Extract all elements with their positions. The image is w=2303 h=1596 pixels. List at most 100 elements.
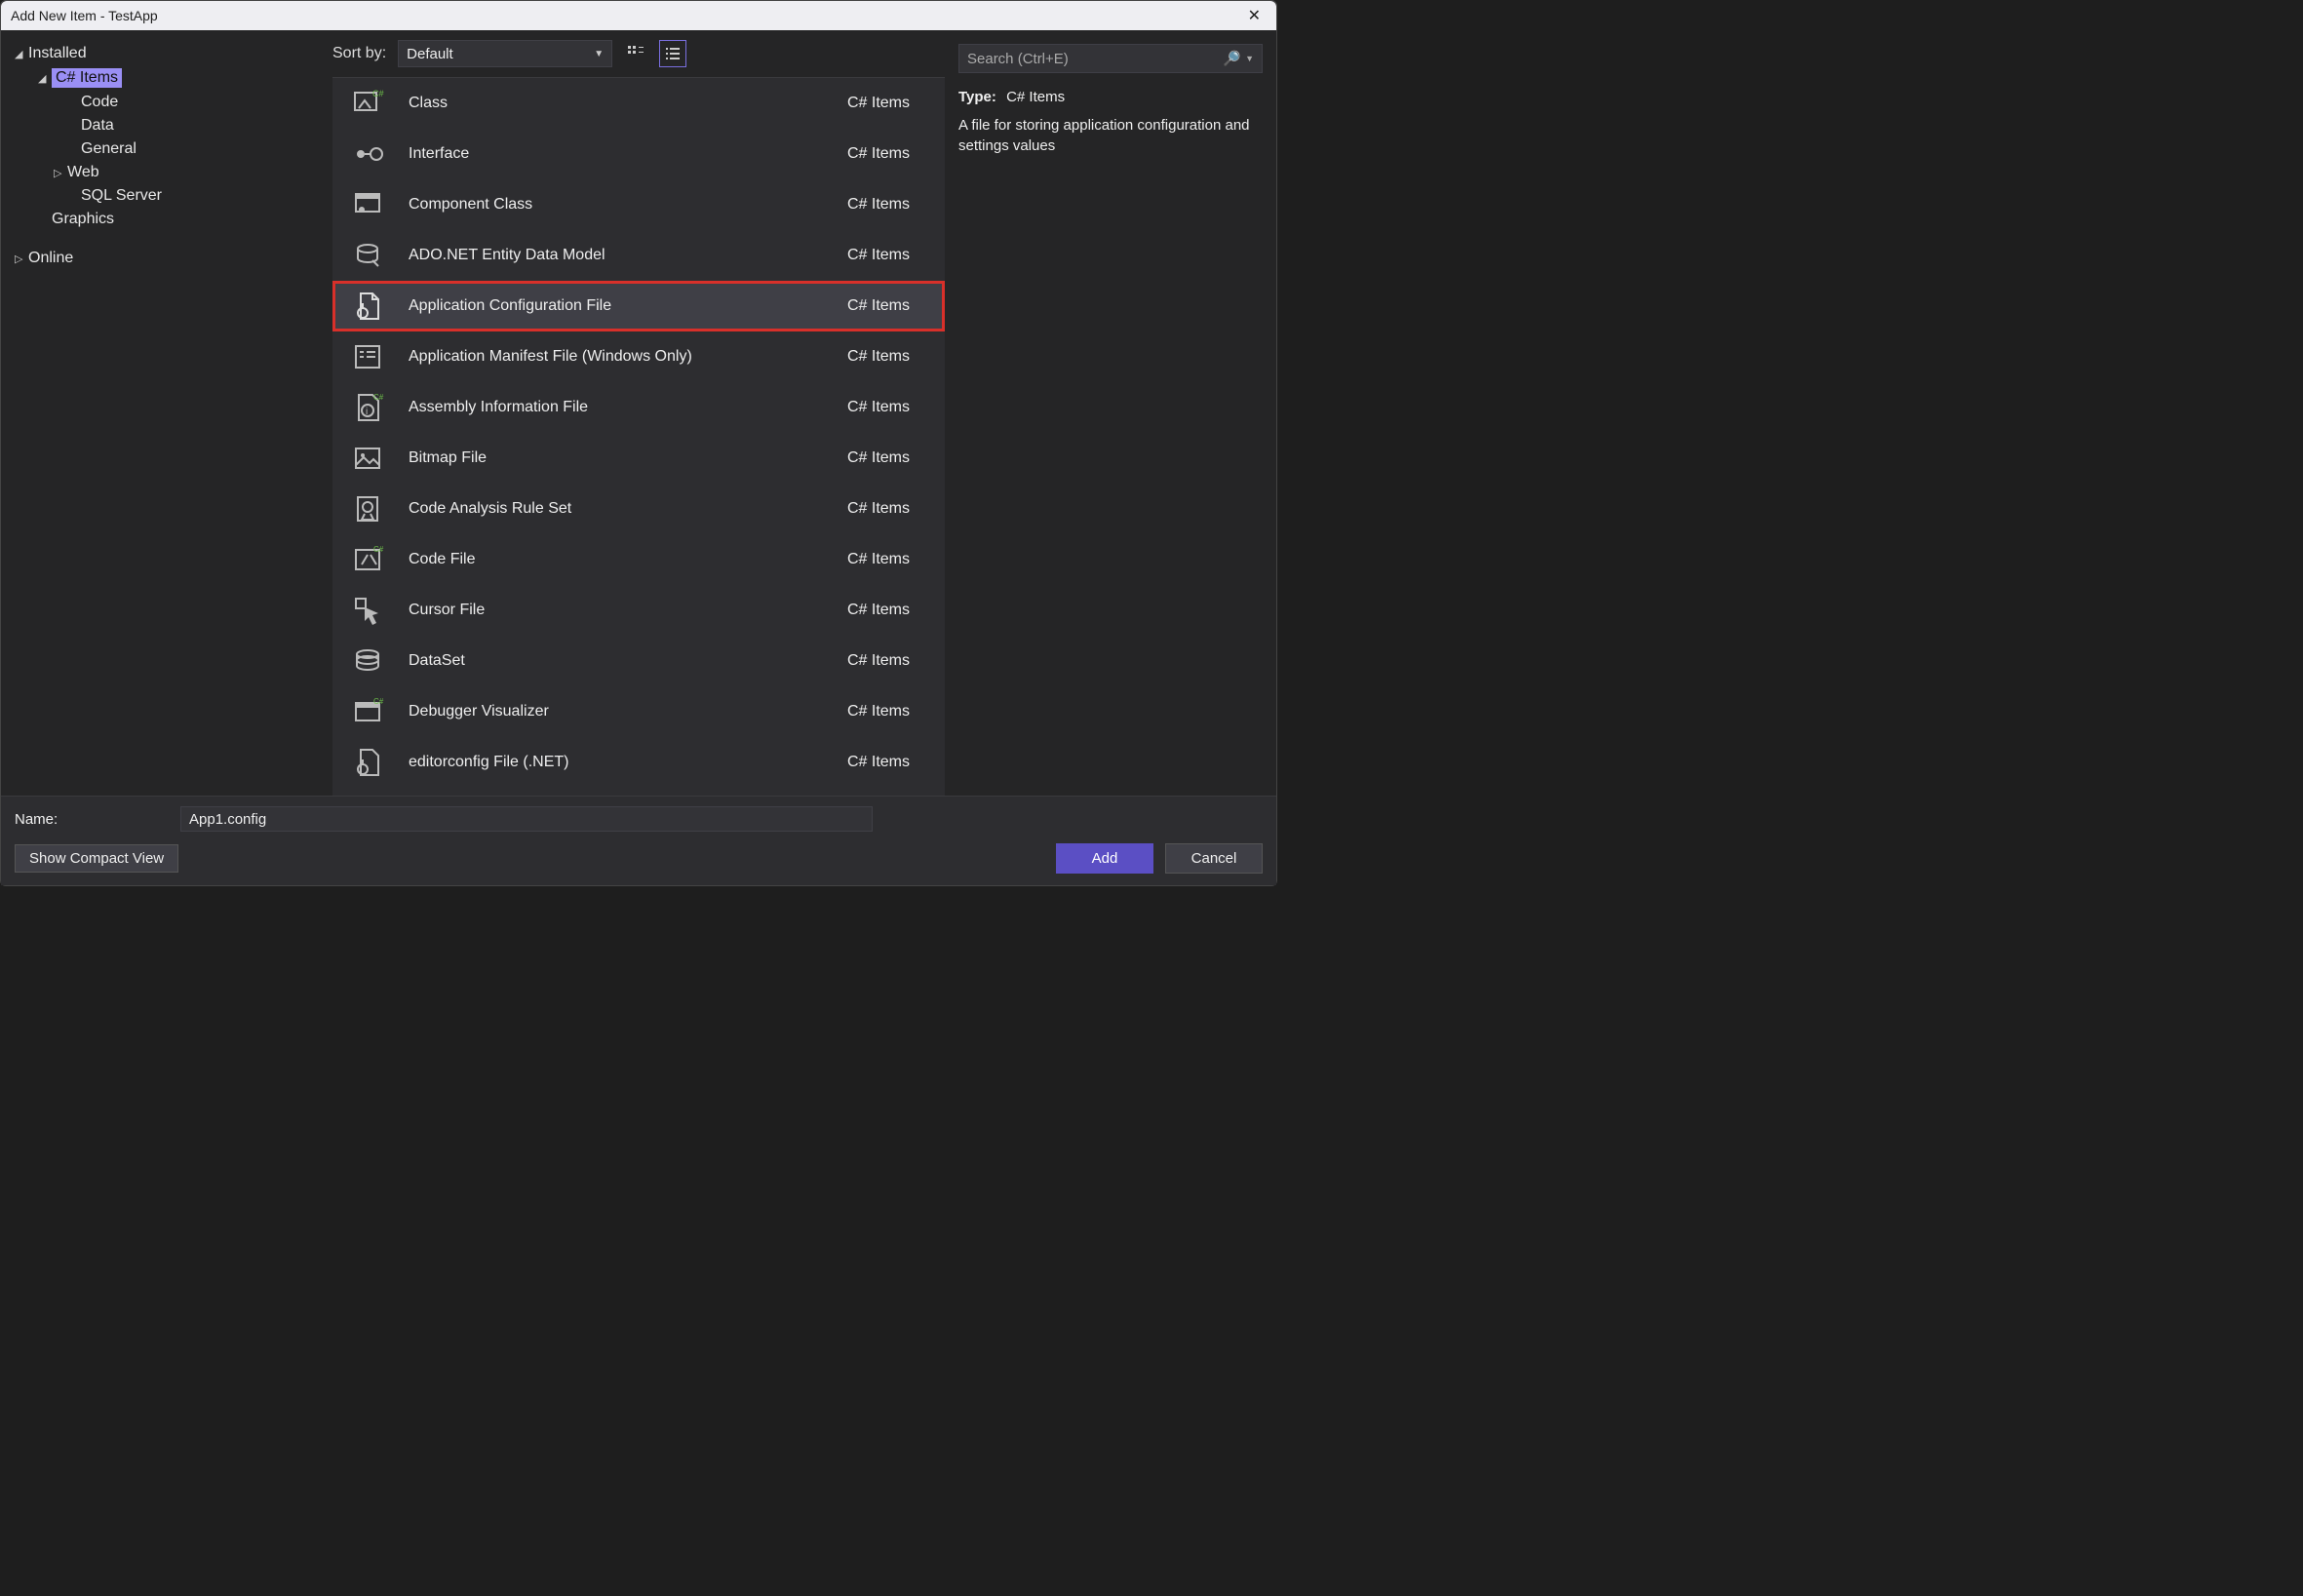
sort-by-label: Sort by:: [332, 45, 386, 62]
chevron-down-icon: ▼: [594, 49, 604, 59]
item-category: C# Items: [847, 297, 910, 315]
svg-text:C#: C#: [373, 393, 384, 402]
search-placeholder: Search (Ctrl+E): [967, 51, 1223, 67]
tree-general[interactable]: General: [11, 137, 323, 161]
search-icon: 🔍: [1223, 50, 1241, 67]
dialog-body: ◢ Installed ◢ C# Items Code Data Ge: [1, 30, 1276, 885]
sort-by-value: Default: [407, 46, 453, 62]
item-ado-entity[interactable]: ADO.NET Entity Data Model C# Items: [332, 230, 945, 281]
tree-sqlserver[interactable]: SQL Server: [11, 184, 323, 208]
tree-data[interactable]: Data: [11, 114, 323, 137]
dataset-icon: [350, 643, 385, 679]
item-category: C# Items: [847, 196, 910, 214]
item-name: Component Class: [409, 196, 847, 214]
svg-text:C#: C#: [373, 545, 384, 554]
item-bitmap[interactable]: Bitmap File C# Items: [332, 433, 945, 484]
add-button[interactable]: Add: [1056, 843, 1153, 874]
compact-view-button[interactable]: Show Compact View: [15, 844, 178, 873]
tree-label: Installed: [28, 45, 87, 62]
item-name: Code File: [409, 551, 847, 568]
tree-label: Data: [81, 117, 114, 135]
item-category: C# Items: [847, 652, 910, 670]
center-pane: Sort by: Default ▼ C#: [332, 30, 945, 796]
item-category: C# Items: [847, 247, 910, 264]
tree-label: Code: [81, 94, 118, 111]
item-component-class[interactable]: Component Class C# Items: [332, 179, 945, 230]
chevron-down-icon: ▼: [1245, 54, 1254, 63]
item-manifest[interactable]: Application Manifest File (Windows Only)…: [332, 331, 945, 382]
item-editorconfig[interactable]: editorconfig File (.NET) C# Items: [332, 737, 945, 788]
item-category: C# Items: [847, 500, 910, 518]
item-name: Application Manifest File (Windows Only): [409, 348, 847, 366]
cancel-button[interactable]: Cancel: [1165, 843, 1263, 874]
assembly-info-icon: C#i: [350, 390, 385, 425]
tree-label: C# Items: [52, 68, 122, 88]
editorconfig-icon: [350, 745, 385, 780]
tree-code[interactable]: Code: [11, 91, 323, 114]
item-name: Bitmap File: [409, 449, 847, 467]
item-name: DataSet: [409, 652, 847, 670]
item-name: Interface: [409, 145, 847, 163]
item-dataset[interactable]: DataSet C# Items: [332, 636, 945, 686]
tree-online[interactable]: ▷ Online: [11, 247, 323, 270]
svg-text:C#: C#: [373, 697, 384, 706]
tree-csharp-items[interactable]: ◢ C# Items: [11, 65, 323, 91]
item-cursor[interactable]: Cursor File C# Items: [332, 585, 945, 636]
window-title: Add New Item - TestApp: [11, 8, 1242, 23]
item-category: C# Items: [847, 348, 910, 366]
name-input[interactable]: [180, 806, 873, 832]
name-label: Name:: [15, 811, 161, 828]
item-app-config[interactable]: Application Configuration File C# Items: [332, 281, 945, 331]
type-label: Type:: [958, 89, 996, 105]
item-class[interactable]: C# Class C# Items: [332, 78, 945, 129]
chevron-down-icon: ◢: [38, 72, 52, 85]
dialog-window: Add New Item - TestApp ✕ ◢ Installed ◢ C…: [0, 0, 1277, 886]
tree-label: Web: [67, 164, 99, 181]
search-input[interactable]: Search (Ctrl+E) 🔍 ▼: [958, 44, 1263, 73]
detail-pane: Search (Ctrl+E) 🔍 ▼ Type: C# Items A fil…: [945, 30, 1276, 796]
item-category: C# Items: [847, 551, 910, 568]
tree-label: SQL Server: [81, 187, 162, 205]
tree-installed[interactable]: ◢ Installed: [11, 42, 323, 65]
item-category: C# Items: [847, 449, 910, 467]
category-tree: ◢ Installed ◢ C# Items Code Data Ge: [1, 30, 332, 796]
tree-label: Graphics: [52, 211, 114, 228]
interface-icon: [350, 136, 385, 172]
detail-type: Type: C# Items: [958, 89, 1263, 105]
class-icon: C#: [350, 86, 385, 121]
item-name: Code Analysis Rule Set: [409, 500, 847, 518]
main-area: ◢ Installed ◢ C# Items Code Data Ge: [1, 30, 1276, 796]
tree-label: Online: [28, 250, 73, 267]
item-name: Debugger Visualizer: [409, 703, 847, 720]
type-value: C# Items: [1006, 89, 1065, 105]
tree-graphics[interactable]: Graphics: [11, 208, 323, 231]
sort-by-dropdown[interactable]: Default ▼: [398, 40, 612, 67]
item-category: C# Items: [847, 703, 910, 720]
item-name: Application Configuration File: [409, 297, 847, 315]
component-icon: [350, 187, 385, 222]
item-list[interactable]: C# Class C# Items Interface C# Items Com…: [332, 78, 945, 796]
cursor-icon: [350, 593, 385, 628]
chevron-down-icon: ◢: [15, 48, 28, 60]
item-interface[interactable]: Interface C# Items: [332, 129, 945, 179]
close-button[interactable]: ✕: [1242, 6, 1267, 25]
item-debugger-vis[interactable]: C# Debugger Visualizer C# Items: [332, 686, 945, 737]
item-category: C# Items: [847, 754, 910, 771]
tree-label: General: [81, 140, 137, 158]
list-view-button[interactable]: [659, 40, 686, 67]
grid-view-button[interactable]: [622, 40, 649, 67]
item-category: C# Items: [847, 399, 910, 416]
item-assembly-info[interactable]: C#i Assembly Information File C# Items: [332, 382, 945, 433]
button-row: Show Compact View Add Cancel: [15, 843, 1263, 874]
item-list-container: C# Class C# Items Interface C# Items Com…: [332, 77, 945, 796]
name-row: Name:: [15, 806, 1263, 832]
chevron-right-icon: ▷: [15, 253, 28, 265]
svg-text:C#: C#: [372, 89, 384, 98]
toolbar: Sort by: Default ▼: [332, 30, 945, 77]
ruleset-icon: [350, 491, 385, 526]
tree-web[interactable]: ▷ Web: [11, 161, 323, 184]
item-code-file[interactable]: C# Code File C# Items: [332, 534, 945, 585]
item-name: ADO.NET Entity Data Model: [409, 247, 847, 264]
item-code-analysis[interactable]: Code Analysis Rule Set C# Items: [332, 484, 945, 534]
config-file-icon: [350, 289, 385, 324]
